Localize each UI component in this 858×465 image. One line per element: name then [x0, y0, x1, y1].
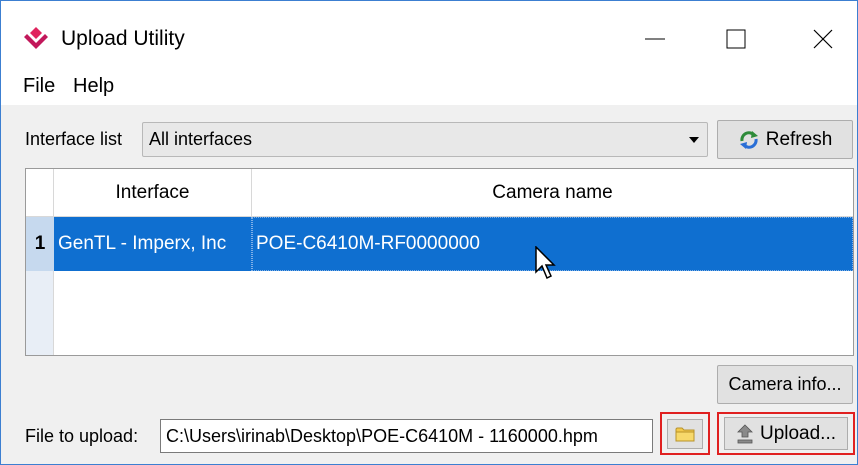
table-corner	[26, 169, 54, 217]
row-number[interactable]: 1	[26, 217, 54, 271]
column-header-interface[interactable]: Interface	[54, 169, 252, 217]
upload-button-highlight: Upload...	[717, 412, 855, 455]
refresh-button[interactable]: Refresh	[717, 120, 853, 159]
cell-interface[interactable]: GenTL - Imperx, Inc	[54, 217, 252, 271]
title-bar: Upload Utility	[1, 1, 857, 71]
refresh-icon	[739, 130, 758, 149]
app-logo-icon	[24, 27, 48, 49]
file-path-input[interactable]	[160, 419, 653, 453]
browse-button-highlight	[660, 412, 710, 455]
window-title: Upload Utility	[61, 27, 185, 50]
column-header-camera-name[interactable]: Camera name	[252, 169, 853, 217]
menu-file[interactable]: File	[23, 75, 55, 98]
minimize-icon	[645, 38, 665, 40]
close-button[interactable]	[793, 17, 853, 61]
chevron-down-icon	[689, 137, 699, 143]
file-to-upload-label: File to upload:	[25, 426, 139, 446]
upload-label: Upload...	[759, 422, 837, 444]
close-icon	[813, 29, 833, 49]
camera-table: Interface Camera name 1 GenTL - Imperx, …	[25, 168, 854, 356]
mouse-cursor-icon	[535, 246, 556, 280]
folder-icon	[675, 427, 695, 441]
upload-button[interactable]: Upload...	[724, 417, 848, 450]
minimize-button[interactable]	[625, 17, 685, 61]
interface-list-label: Interface list	[25, 129, 123, 149]
table-row[interactable]: GenTL - Imperx, Inc POE-C6410M-RF0000000	[54, 217, 853, 271]
interface-list-value: All interfaces	[149, 129, 253, 149]
maximize-icon	[726, 29, 746, 49]
refresh-label: Refresh	[765, 128, 833, 150]
menu-help[interactable]: Help	[73, 75, 114, 98]
camera-info-button[interactable]: Camera info...	[717, 365, 853, 404]
menu-bar: File Help	[1, 71, 857, 105]
maximize-button[interactable]	[706, 17, 766, 61]
browse-button[interactable]	[667, 418, 703, 449]
upload-icon	[737, 423, 753, 443]
upload-utility-window: Upload Utility File Help Interface list …	[0, 0, 858, 465]
interface-list-dropdown[interactable]: All interfaces	[142, 122, 708, 157]
